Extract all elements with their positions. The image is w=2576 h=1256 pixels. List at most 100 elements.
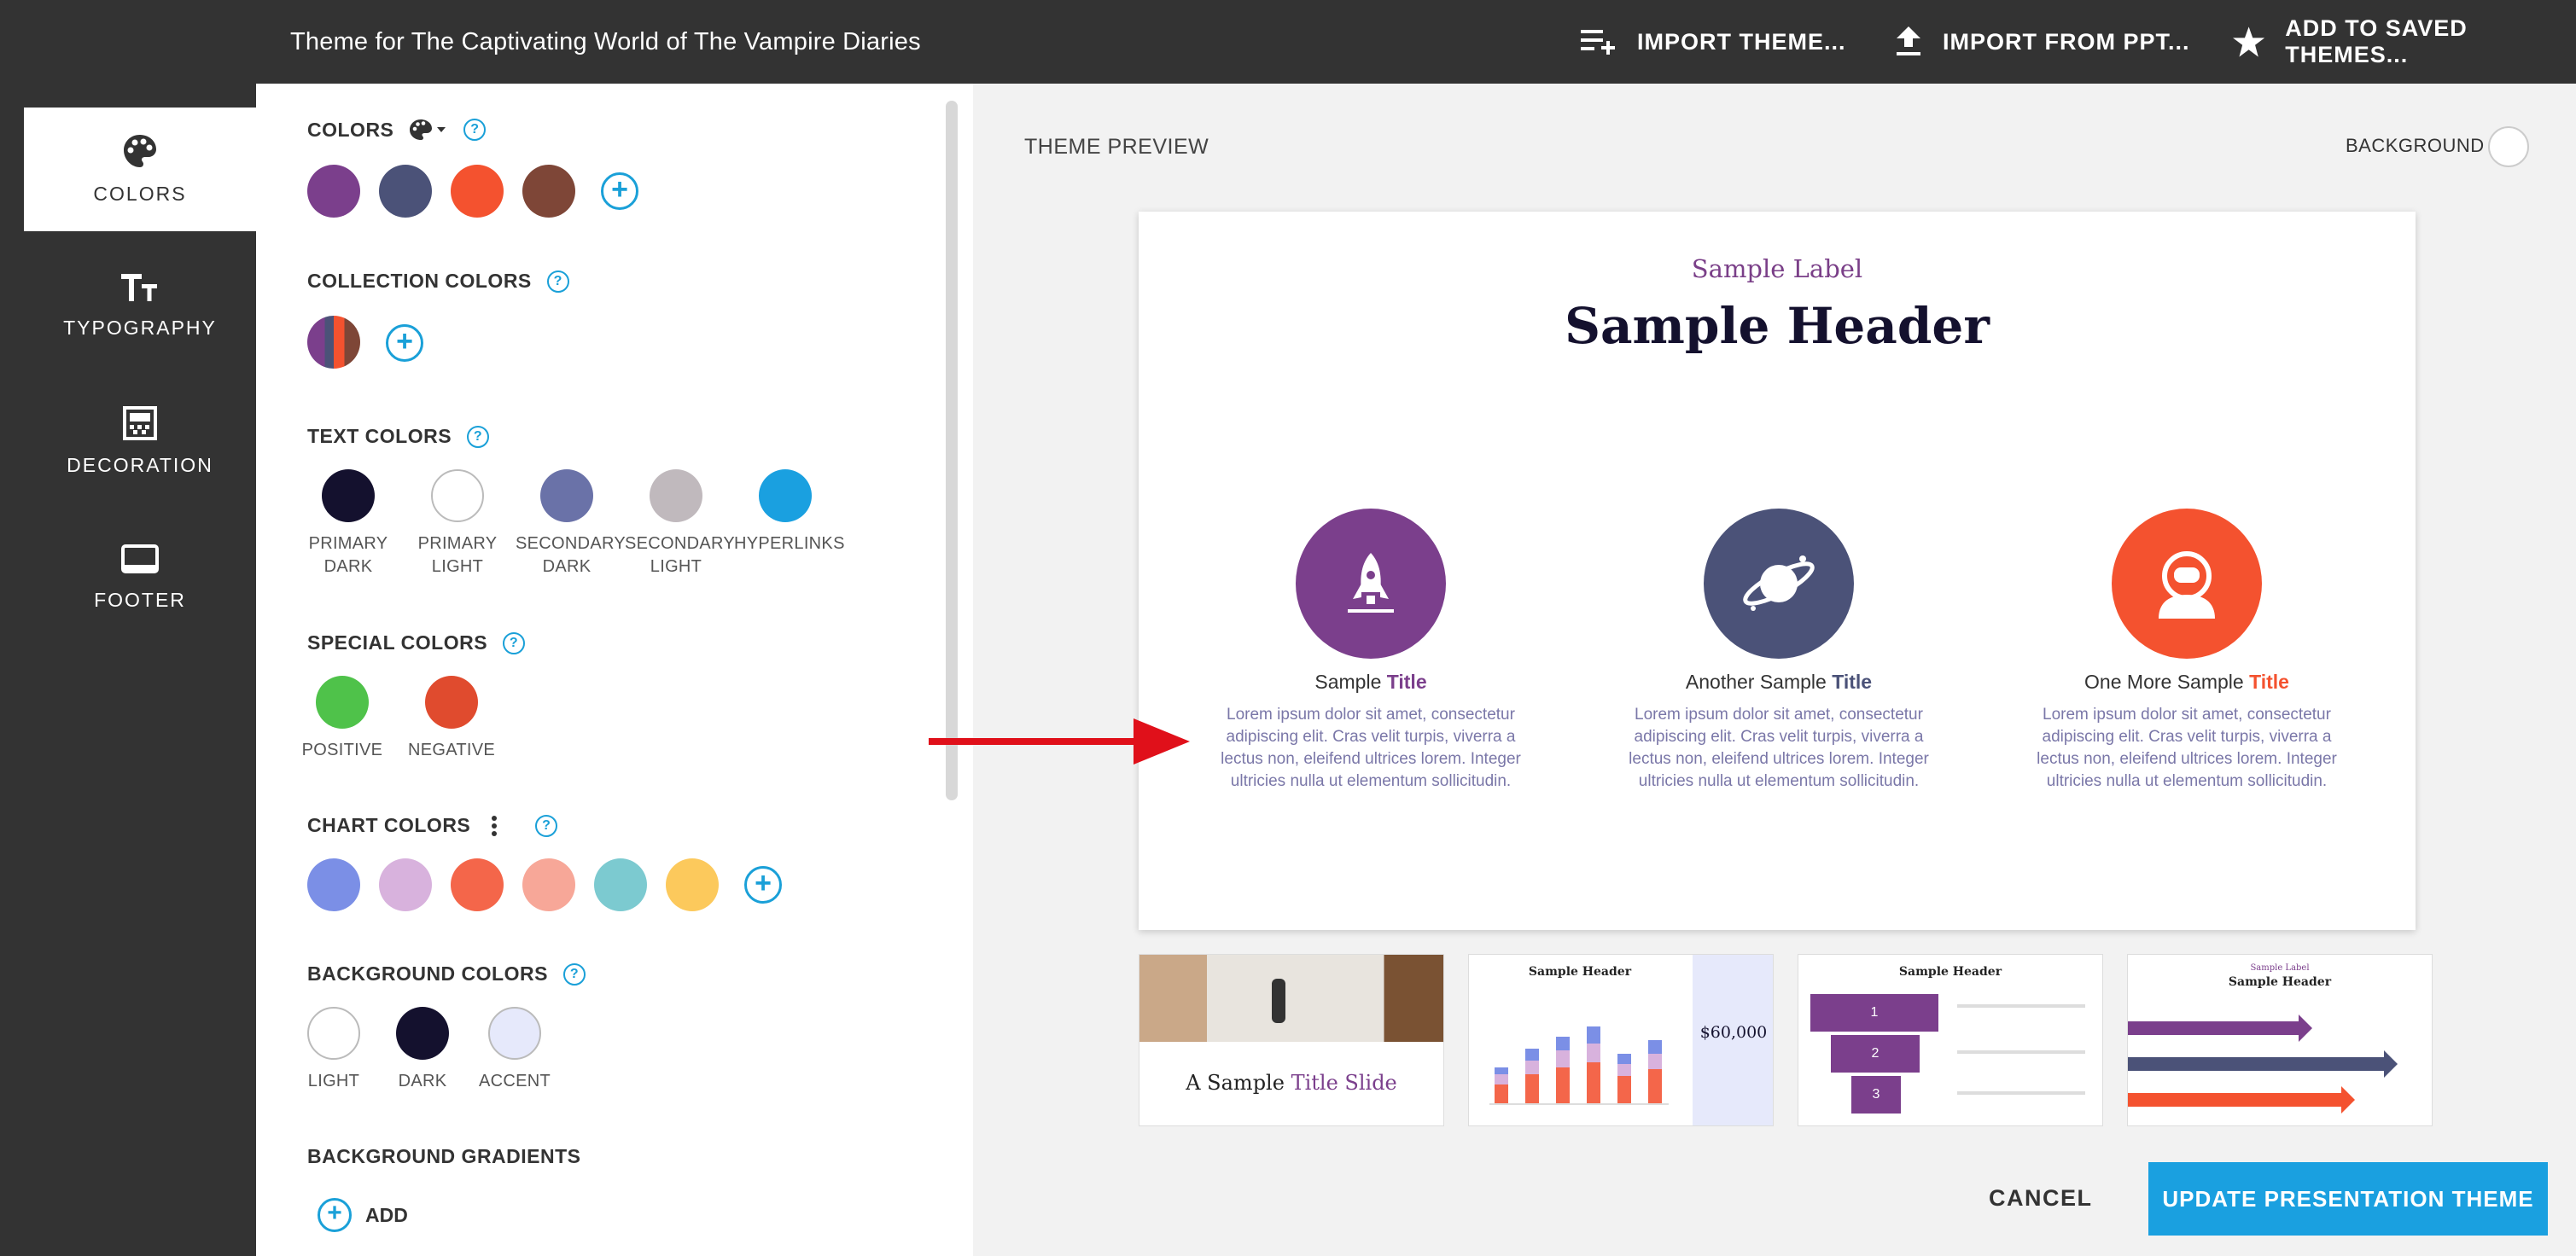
sample-column: Sample Title Lorem ipsum dolor sit amet,… <box>1192 509 1550 793</box>
update-presentation-theme-button[interactable]: UPDATE PRESENTATION THEME <box>2148 1162 2548 1236</box>
thumbnail-arrows <box>2128 1015 2398 1114</box>
colors-label: COLORS <box>307 118 394 141</box>
slide-preview: Sample Label Sample Header Sample Title … <box>1139 212 2416 930</box>
special-color-caption: POSITIVE <box>301 741 383 759</box>
background-color-caption: LIGHT <box>307 1072 360 1090</box>
thumbnail-title: Sample Header <box>1528 965 1632 979</box>
text-color-caption: HYPERLINKS <box>734 534 845 553</box>
top-bar: Theme for The Captivating World of The V… <box>0 0 2576 84</box>
collection-colors-label: COLLECTION COLORS ? <box>307 270 569 293</box>
layout-thumbnail[interactable]: Sample Header $60,000 <box>1468 954 1774 1126</box>
chart-color-swatch[interactable] <box>379 858 432 911</box>
colors-help-icon[interactable]: ? <box>463 119 487 141</box>
chart-color-swatch[interactable] <box>594 858 647 911</box>
chart-colors-help-icon[interactable]: ? <box>535 814 558 837</box>
background-toggle[interactable] <box>2488 126 2529 167</box>
thumbnail-photo-figure <box>1272 979 1285 1023</box>
text-color-caption: PRIMARY LIGHT <box>417 534 498 576</box>
special-colors-label: SPECIAL COLORS ? <box>307 631 526 654</box>
text-color-secondary-light[interactable] <box>650 469 702 522</box>
special-colors-help-icon[interactable]: ? <box>503 631 526 654</box>
sample-column: One More Sample Title Lorem ipsum dolor … <box>2008 509 2366 793</box>
import-theme-button[interactable]: IMPORT THEME... <box>1581 0 1846 84</box>
add-gradient-icon: + <box>318 1198 352 1232</box>
text-size-icon <box>121 274 157 301</box>
upload-icon <box>1897 26 1920 55</box>
background-colors-help-icon[interactable]: ? <box>562 962 586 986</box>
background-colors-label: BACKGROUND COLORS ? <box>307 962 586 986</box>
background-color-light[interactable] <box>307 1007 360 1060</box>
nav-decoration[interactable]: DECORATION <box>24 380 256 503</box>
text-color-hyperlinks[interactable] <box>759 469 812 522</box>
special-color-negative[interactable] <box>425 676 478 729</box>
left-nav: COLORS TYPOGRAPHY DECORATION FOOTER <box>0 84 256 1256</box>
thumbnail-step: 2 <box>1831 1035 1920 1073</box>
text-color-caption: PRIMARY DARK <box>308 534 388 576</box>
thumbnail-text-line <box>1957 1004 2085 1008</box>
playlist-add-icon <box>1581 30 1615 55</box>
text-color-secondary-dark[interactable] <box>540 469 593 522</box>
nav-footer-label: FOOTER <box>94 589 186 611</box>
layout-thumbnail[interactable]: A Sample Title Slide <box>1139 954 1444 1126</box>
layout-thumbnail[interactable]: Sample Label Sample Header <box>2127 954 2433 1126</box>
planet-icon <box>1743 555 1815 611</box>
import-ppt-button[interactable]: IMPORT FROM PPT... <box>1895 0 2190 84</box>
column-body: Lorem ipsum dolor sit amet, consectetur … <box>2037 706 2337 790</box>
column-title-bold: Title <box>1832 671 1873 693</box>
star-icon <box>2233 26 2265 57</box>
chart-color-swatch[interactable] <box>307 858 360 911</box>
chart-color-swatch[interactable] <box>666 858 719 911</box>
color-swatch[interactable] <box>379 165 432 218</box>
text-color-primary-light[interactable] <box>431 469 484 522</box>
background-color-caption: DARK <box>398 1072 447 1090</box>
nav-typography[interactable]: TYPOGRAPHY <box>24 244 256 368</box>
add-to-saved-themes-button[interactable]: ADD TO SAVED THEMES... <box>2233 0 2576 84</box>
nav-colors[interactable]: COLORS <box>24 108 256 231</box>
sample-column: Another Sample Title Lorem ipsum dolor s… <box>1600 509 1958 793</box>
color-swatch[interactable] <box>307 165 360 218</box>
sample-header: Sample Header <box>1565 297 1990 355</box>
color-swatch[interactable] <box>451 165 504 218</box>
thumbnail-title: Sample Header <box>2228 975 2332 989</box>
collection-colors-text: COLLECTION COLORS <box>307 270 532 292</box>
add-gradient-button[interactable]: + ADD <box>318 1198 408 1232</box>
text-color-caption: SECONDARY DARK <box>516 534 627 576</box>
add-collection-color-button[interactable]: + <box>386 324 423 362</box>
background-color-caption: ACCENT <box>478 1072 551 1090</box>
thumbnail-label: Sample Label <box>2250 963 2310 973</box>
nav-colors-label: COLORS <box>93 183 187 205</box>
layout-thumbnail[interactable]: Sample Header 1 2 3 <box>1798 954 2103 1126</box>
column-title-bold: Title <box>1386 671 1427 693</box>
column-title: One More Sample Title <box>2084 671 2289 693</box>
cancel-button[interactable]: CANCEL <box>1989 1162 2093 1234</box>
collection-help-icon[interactable]: ? <box>546 270 569 293</box>
text-color-primary-dark[interactable] <box>322 469 375 522</box>
background-color-accent[interactable] <box>488 1007 541 1060</box>
color-swatch[interactable] <box>522 165 575 218</box>
thumbnail-step: 3 <box>1851 1076 1901 1114</box>
chart-color-swatch[interactable] <box>451 858 504 911</box>
add-chart-color-button[interactable]: + <box>744 866 782 904</box>
panel-scrollbar[interactable] <box>946 101 958 800</box>
add-color-button[interactable]: + <box>601 172 638 210</box>
nav-footer[interactable]: FOOTER <box>24 516 256 640</box>
text-color-caption: SECONDARY LIGHT <box>625 534 736 576</box>
thumbnail-title: A Sample Title Slide <box>1186 1071 1397 1095</box>
column-body: Lorem ipsum dolor sit amet, consectetur … <box>1629 706 1929 790</box>
chart-color-swatch[interactable] <box>522 858 575 911</box>
nav-decoration-label: DECORATION <box>67 454 213 476</box>
background-color-dark[interactable] <box>396 1007 449 1060</box>
special-color-caption: NEGATIVE <box>407 741 496 759</box>
thumbnail-text-line <box>1957 1050 2085 1054</box>
arrow-annotation <box>929 718 1190 765</box>
collection-swatch[interactable] <box>307 316 360 369</box>
palette-icon <box>124 135 156 167</box>
special-colors-text: SPECIAL COLORS <box>307 631 488 654</box>
text-colors-help-icon[interactable]: ? <box>467 425 490 448</box>
more-vertical-icon[interactable] <box>491 815 498 837</box>
astronaut-icon <box>2159 551 2215 619</box>
palette-dropdown-icon[interactable] <box>409 118 448 142</box>
column-icon-circle <box>1296 509 1446 659</box>
theme-preview-label: THEME PREVIEW <box>1024 135 1209 159</box>
special-color-positive[interactable] <box>316 676 369 729</box>
